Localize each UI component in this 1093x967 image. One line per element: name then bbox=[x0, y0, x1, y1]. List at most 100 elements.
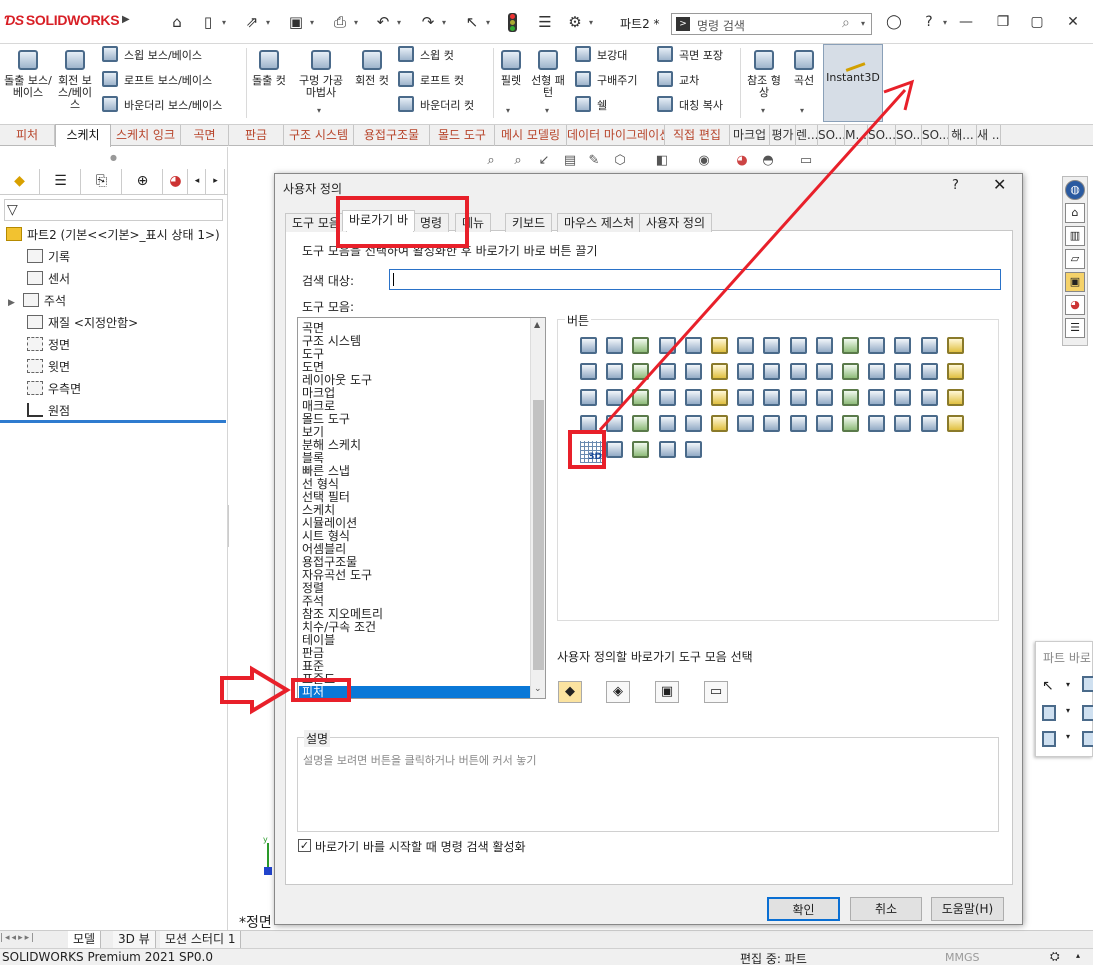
tab-4[interactable]: 판금 bbox=[229, 125, 284, 146]
rib-button[interactable]: 보강대 bbox=[575, 46, 627, 66]
feature-command-icon[interactable] bbox=[789, 337, 807, 354]
feature-icon[interactable] bbox=[1082, 731, 1093, 747]
units-selector[interactable]: MMGS bbox=[945, 951, 980, 964]
tab-9[interactable]: 데이터 마이그레이션 bbox=[567, 125, 665, 146]
feature-command-icon[interactable] bbox=[580, 389, 597, 406]
feature-command-icon[interactable] bbox=[946, 389, 964, 406]
tab-model[interactable]: 모델 bbox=[68, 931, 102, 949]
tab-19[interactable]: 해... bbox=[949, 125, 977, 146]
feature-command-icon[interactable] bbox=[920, 415, 938, 432]
feature-command-icon[interactable] bbox=[658, 337, 676, 354]
feature-command-icon[interactable] bbox=[920, 389, 938, 406]
feature-command-icon[interactable] bbox=[894, 389, 912, 406]
feature-command-icon[interactable] bbox=[737, 337, 755, 354]
curves-button[interactable]: 곡선 bbox=[788, 50, 820, 87]
feature-command-icon[interactable] bbox=[815, 389, 833, 406]
feature-command-icon[interactable] bbox=[737, 415, 755, 432]
feature-command-icon[interactable] bbox=[606, 337, 624, 354]
design-library-icon[interactable]: ▥ bbox=[1065, 226, 1085, 246]
feature-command-icon[interactable] bbox=[684, 441, 702, 458]
sweep-boss-button[interactable]: 스윕 보스/베이스 bbox=[102, 46, 202, 66]
dynamic-annotation-icon[interactable]: ✎ bbox=[585, 152, 603, 170]
mirror-button[interactable]: 대칭 복사 bbox=[657, 96, 723, 116]
file-explorer-icon[interactable]: ▱ bbox=[1065, 249, 1085, 269]
home-icon[interactable]: ⌂ bbox=[167, 12, 187, 32]
fillet-button[interactable]: 필렛 bbox=[497, 50, 525, 87]
search-input[interactable] bbox=[389, 269, 1001, 290]
menu-expand-icon[interactable]: ▶ bbox=[122, 14, 130, 25]
tab-13[interactable]: 렌... bbox=[796, 125, 818, 146]
chevron-down-icon[interactable]: ▾ bbox=[310, 18, 314, 27]
hole-wizard-button[interactable]: 구멍 가공 마법사 bbox=[294, 50, 348, 99]
chevron-down-icon[interactable]: ▾ bbox=[1066, 680, 1070, 689]
ok-button[interactable]: 확인 bbox=[767, 897, 840, 921]
revolve-cut-button[interactable]: 회전 컷 bbox=[351, 50, 393, 87]
tab-6[interactable]: 용접구조물 bbox=[354, 125, 430, 146]
instant3d-button[interactable]: Instant3D bbox=[823, 44, 883, 122]
hide-show-items-icon[interactable]: ◉ bbox=[695, 152, 713, 170]
feature-command-icon[interactable] bbox=[815, 415, 833, 432]
feature-command-icon[interactable] bbox=[894, 337, 912, 354]
feature-command-icon[interactable] bbox=[842, 337, 859, 354]
tab-toolbars[interactable]: 도구 모음 bbox=[285, 213, 347, 232]
scroll-thumb[interactable] bbox=[533, 400, 544, 670]
extrude-boss-button[interactable]: 돌출 보스/베이스 bbox=[4, 50, 52, 99]
feature-command-icon[interactable] bbox=[868, 363, 886, 380]
zoom-to-fit-icon[interactable]: ⌕ bbox=[482, 152, 500, 170]
chevron-down-icon[interactable]: ▾ bbox=[861, 19, 865, 28]
tree-item-history[interactable]: 기록 bbox=[27, 246, 70, 268]
chevron-down-icon[interactable]: ▾ bbox=[761, 106, 765, 115]
feature-command-icon[interactable] bbox=[868, 337, 886, 354]
chevron-down-icon[interactable]: ▾ bbox=[1066, 732, 1070, 741]
assembly-shortcut-select-icon[interactable]: ◈ bbox=[606, 681, 630, 703]
feature-command-icon[interactable] bbox=[868, 389, 886, 406]
feature-command-icon[interactable] bbox=[632, 441, 650, 458]
feature-command-icon[interactable] bbox=[789, 363, 807, 380]
appearances-icon[interactable]: ◕ bbox=[1065, 295, 1085, 315]
feature-command-icon[interactable] bbox=[632, 363, 650, 380]
expand-arrow-icon[interactable]: ▶ bbox=[8, 298, 15, 308]
search-icon[interactable]: ⌕ bbox=[842, 15, 850, 31]
feature-command-icon[interactable] bbox=[580, 337, 597, 354]
cancel-button[interactable]: 취소 bbox=[850, 897, 922, 921]
feature-command-icon[interactable] bbox=[658, 415, 676, 432]
feature-command-icon[interactable] bbox=[920, 337, 938, 354]
chevron-down-icon[interactable]: ▾ bbox=[222, 18, 226, 27]
feature-command-icon[interactable] bbox=[658, 389, 676, 406]
feature-command-icon[interactable] bbox=[737, 389, 755, 406]
chevron-down-icon[interactable]: ▾ bbox=[317, 106, 321, 115]
feature-command-icon[interactable] bbox=[658, 363, 676, 380]
feature-command-icon[interactable] bbox=[763, 363, 781, 380]
shell-button[interactable]: 쉘 bbox=[575, 96, 607, 116]
tab-8[interactable]: 메시 모델링 bbox=[495, 125, 567, 146]
home-icon[interactable]: ⌂ bbox=[1065, 203, 1085, 223]
minimize-button[interactable]: — bbox=[955, 11, 977, 33]
select-pointer-icon[interactable]: ↖ bbox=[462, 12, 482, 32]
edit-appearance-icon[interactable]: ◕ bbox=[733, 152, 751, 170]
rebuild-traffic-light-icon[interactable] bbox=[508, 13, 517, 32]
tree-item-origin[interactable]: 원점 bbox=[27, 400, 70, 422]
revolve-boss-button[interactable]: 회전 보스/베이스 bbox=[54, 50, 96, 111]
tab-scroll-left-icon[interactable]: ◂ bbox=[189, 169, 206, 194]
intersect-button[interactable]: 교차 bbox=[657, 71, 699, 91]
open-file-icon[interactable]: ⇗ bbox=[242, 12, 262, 32]
feature-manager-tab-icon[interactable]: ◆ bbox=[0, 169, 40, 194]
feature-command-icon[interactable] bbox=[580, 363, 597, 380]
feature-icon[interactable] bbox=[1082, 676, 1093, 692]
chevron-down-icon[interactable]: ▾ bbox=[354, 18, 358, 27]
tab-commands[interactable]: 명령 bbox=[413, 213, 450, 232]
feature-command-icon[interactable] bbox=[711, 337, 728, 354]
feature-command-icon[interactable] bbox=[920, 363, 938, 380]
feature-command-icon[interactable] bbox=[606, 363, 624, 380]
feature-command-icon[interactable] bbox=[763, 415, 781, 432]
tree-item-front-plane[interactable]: 정면 bbox=[27, 334, 70, 356]
restore-button[interactable]: ❐ bbox=[992, 11, 1014, 33]
chevron-down-icon[interactable]: ▾ bbox=[545, 106, 549, 115]
feature-command-icon[interactable] bbox=[763, 337, 781, 354]
previous-view-icon[interactable]: ↙ bbox=[535, 152, 553, 170]
panel-grip-icon[interactable]: ● bbox=[110, 153, 117, 162]
tab-2[interactable]: 스케치 잉크 bbox=[111, 125, 181, 146]
feature-command-icon[interactable] bbox=[946, 363, 964, 380]
configuration-manager-tab-icon[interactable]: ⎘ bbox=[82, 169, 122, 194]
help-icon[interactable]: ? bbox=[918, 11, 940, 33]
